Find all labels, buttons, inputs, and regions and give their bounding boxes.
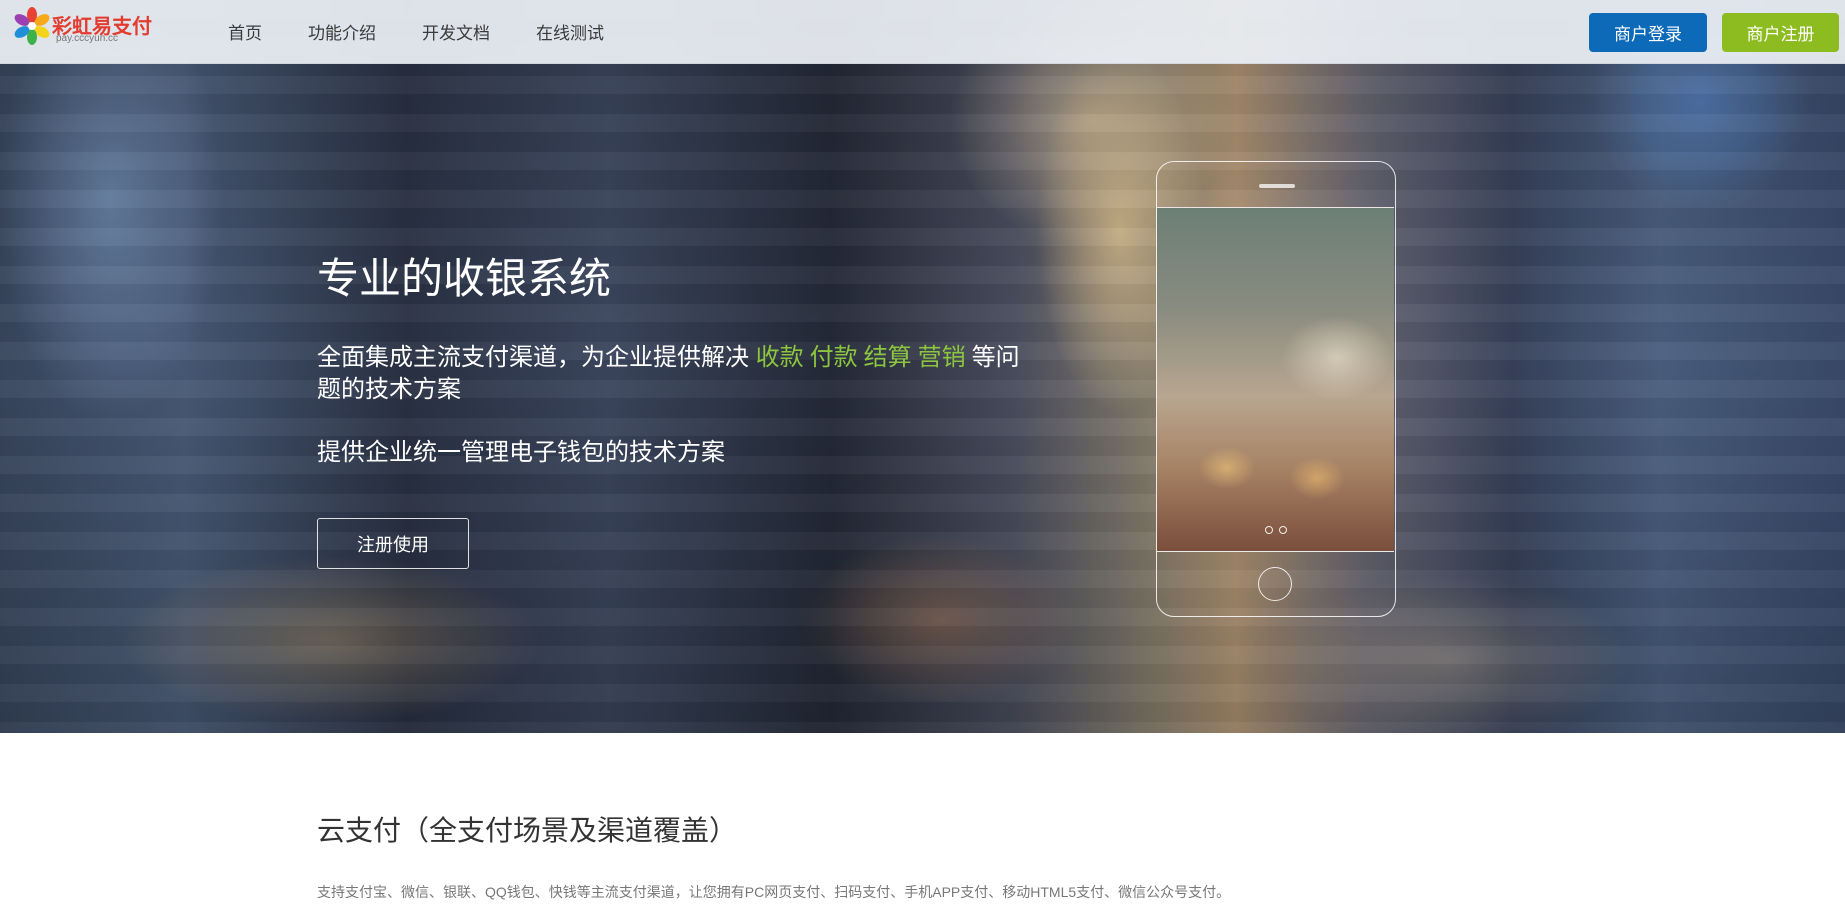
top-navbar: 彩虹易支付 pay.cccyun.cc 首页 功能介绍 开发文档 在线测试 商户… bbox=[0, 0, 1845, 64]
hero-title: 专业的收银系统 bbox=[317, 255, 612, 302]
register-use-button[interactable]: 注册使用 bbox=[317, 518, 469, 569]
phone-speaker bbox=[1259, 184, 1295, 188]
hero-description: 全面集成主流支付渠道，为企业提供解决 收款 付款 结算 营销 等问题的技术方案 bbox=[317, 342, 1037, 406]
carousel-dot[interactable] bbox=[1279, 526, 1287, 534]
brand-domain: pay.cccyun.cc bbox=[56, 33, 119, 44]
carousel-dot[interactable] bbox=[1265, 526, 1273, 534]
hero-subdescription: 提供企业统一管理电子钱包的技术方案 bbox=[317, 439, 725, 466]
brand-logo[interactable]: 彩虹易支付 pay.cccyun.cc bbox=[12, 6, 152, 50]
main-nav: 首页 功能介绍 开发文档 在线测试 bbox=[228, 0, 650, 63]
highlight-marketing: 营销 bbox=[917, 344, 966, 371]
phone-screen bbox=[1157, 207, 1394, 552]
section-title: 云支付（全支付场景及渠道覆盖） bbox=[317, 815, 738, 846]
merchant-register-button[interactable]: 商户注册 bbox=[1722, 13, 1839, 52]
highlight-settle: 结算 bbox=[863, 344, 912, 371]
nav-link-home[interactable]: 首页 bbox=[228, 19, 262, 44]
merchant-login-button[interactable]: 商户登录 bbox=[1589, 13, 1707, 52]
hero-description-prefix: 全面集成主流支付渠道，为企业提供解决 bbox=[317, 344, 756, 371]
nav-link-docs[interactable]: 开发文档 bbox=[422, 19, 490, 44]
rainbow-flower-icon bbox=[14, 7, 50, 45]
carousel-indicator bbox=[1265, 526, 1293, 534]
nav-link-online-test[interactable]: 在线测试 bbox=[536, 19, 604, 44]
nav-link-features[interactable]: 功能介绍 bbox=[308, 19, 376, 44]
highlight-pay: 付款 bbox=[809, 344, 858, 371]
phone-home-button bbox=[1258, 567, 1292, 601]
section-description: 支持支付宝、微信、银联、QQ钱包、快钱等主流支付渠道，让您拥有PC网页支付、扫码… bbox=[317, 884, 1231, 900]
smartphone-outline-icon bbox=[1156, 161, 1396, 617]
highlight-collect: 收款 bbox=[755, 344, 804, 371]
